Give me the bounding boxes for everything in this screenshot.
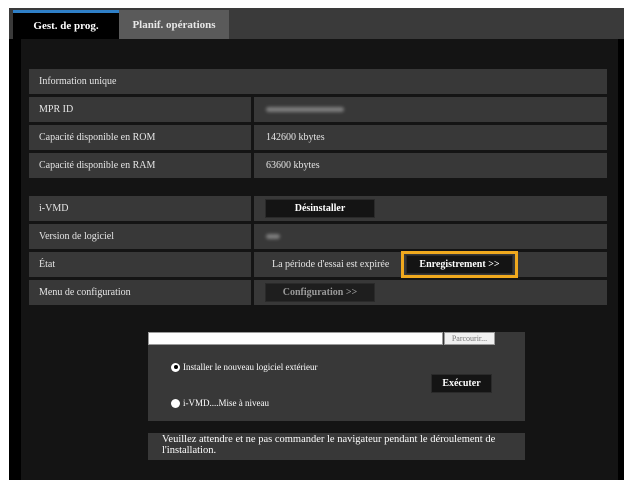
unique-info-header-row: Information unique — [29, 69, 607, 94]
state-cell: La période d'essai est expirée Enregistr… — [254, 251, 607, 278]
version-value — [254, 224, 607, 249]
uninstall-button[interactable]: Désinstaller — [265, 199, 375, 218]
option-upgrade[interactable]: i-VMD....Mise à niveau — [171, 398, 269, 408]
radio-install-new[interactable] — [171, 362, 180, 372]
radio-upgrade[interactable] — [171, 398, 180, 408]
mpr-id-value — [254, 97, 607, 122]
mpr-id-row: MPR ID — [29, 97, 607, 122]
execute-button[interactable]: Exécuter — [431, 374, 492, 393]
tab-program-management[interactable]: Gest. de prog. — [13, 10, 119, 39]
state-row: État La période d'essai est expirée Enre… — [29, 251, 607, 278]
configuration-button[interactable]: Configuration >> — [265, 283, 375, 302]
tab-bar: Gest. de prog. Planif. opérations — [9, 8, 624, 39]
file-path-input[interactable] — [148, 332, 443, 345]
install-warning-message: Veuillez attendre et ne pas commander le… — [148, 433, 525, 460]
version-label: Version de logiciel — [29, 224, 251, 249]
state-value: La période d'essai est expirée — [272, 259, 390, 270]
option-install-new[interactable]: Installer le nouveau logiciel extérieur — [171, 362, 317, 372]
tab-operation-schedule[interactable]: Planif. opérations — [119, 10, 229, 39]
browse-button[interactable]: Parcourir... — [444, 332, 495, 345]
option-upgrade-label: i-VMD....Mise à niveau — [183, 398, 269, 408]
option-install-new-label: Installer le nouveau logiciel extérieur — [183, 362, 318, 372]
rom-capacity-row: Capacité disponible en ROM 142600 kbytes — [29, 125, 607, 150]
mpr-id-label: MPR ID — [29, 97, 251, 122]
app-name-row: i-VMD Désinstaller — [29, 196, 607, 221]
config-menu-row: Menu de configuration Configuration >> — [29, 280, 607, 305]
app-actions-cell: Désinstaller — [254, 196, 607, 221]
ram-capacity-label: Capacité disponible en RAM — [29, 153, 251, 178]
ram-capacity-value: 63600 kbytes — [254, 153, 607, 178]
main-window: Gest. de prog. Planif. opérations Inform… — [9, 8, 624, 480]
version-row: Version de logiciel — [29, 224, 607, 249]
ram-capacity-row: Capacité disponible en RAM 63600 kbytes — [29, 153, 607, 178]
state-label: État — [29, 252, 251, 277]
content-panel: Information unique MPR ID Capacité dispo… — [21, 39, 618, 480]
unique-info-header: Information unique — [29, 69, 607, 94]
install-box: Parcourir... Installer le nouveau logici… — [148, 332, 525, 421]
rom-capacity-value: 142600 kbytes — [254, 125, 607, 150]
rom-capacity-label: Capacité disponible en ROM — [29, 125, 251, 150]
mpr-id-redacted — [266, 107, 344, 112]
config-menu-cell: Configuration >> — [254, 280, 607, 305]
register-button[interactable]: Enregistrement >> — [406, 255, 513, 274]
config-menu-label: Menu de configuration — [29, 280, 251, 305]
app-name-label: i-VMD — [29, 196, 251, 221]
version-redacted — [266, 234, 280, 239]
